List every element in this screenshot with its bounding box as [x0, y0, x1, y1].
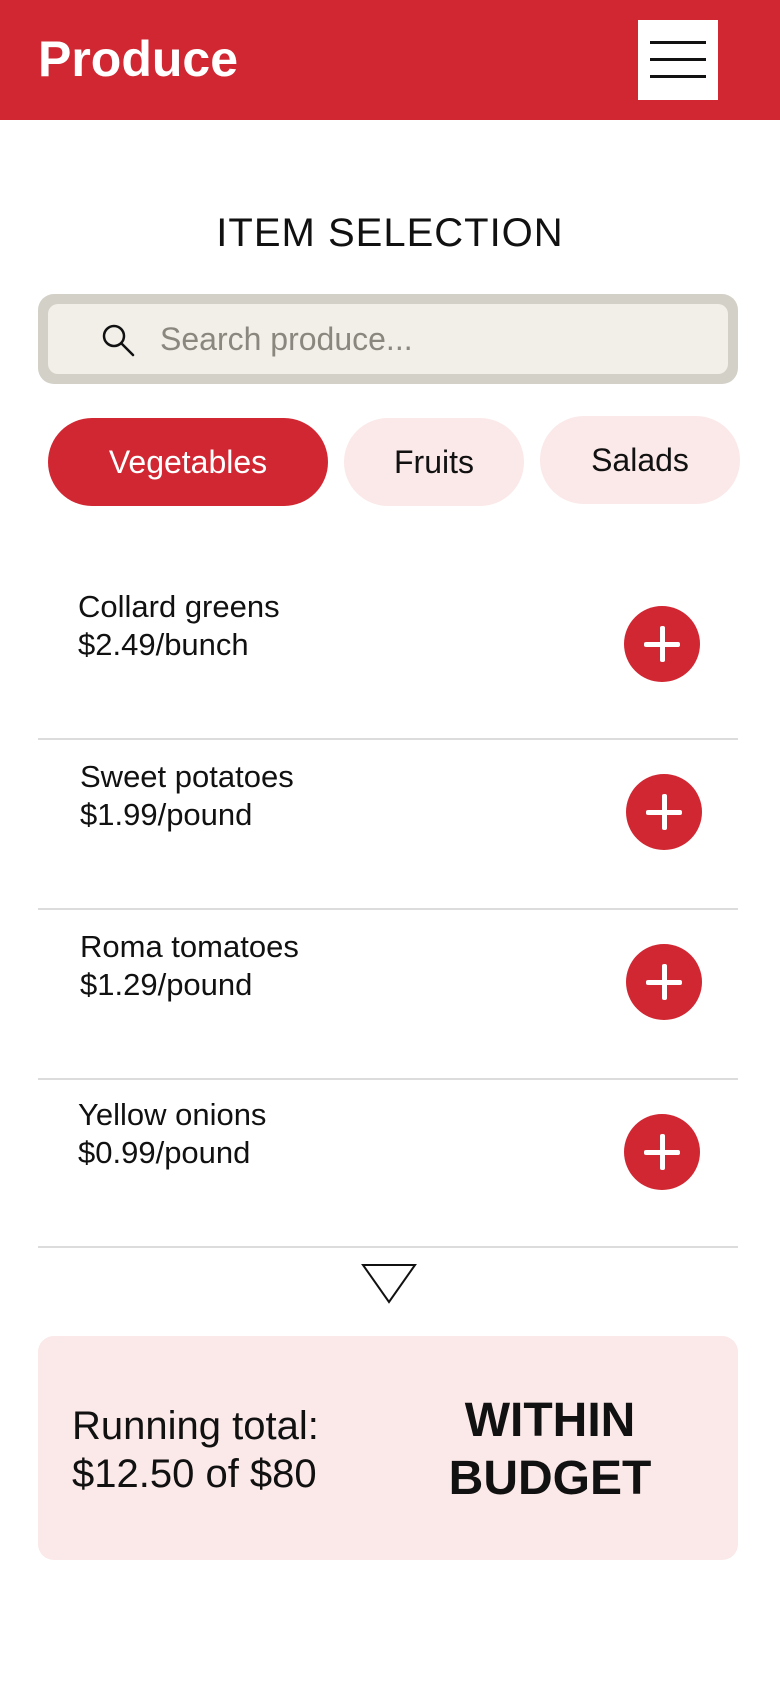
menu-button[interactable]	[638, 20, 718, 100]
item-price: $0.99/pound	[78, 1135, 251, 1170]
item-name: Yellow onions	[78, 1097, 267, 1132]
chevron-down-outline-icon[interactable]	[360, 1262, 418, 1306]
tab-label: Fruits	[394, 443, 474, 480]
tab-salads[interactable]: Salads	[540, 416, 740, 504]
search-icon	[102, 324, 135, 357]
list-item: Sweet potatoes $1.99/pound	[38, 740, 738, 910]
add-item-button[interactable]	[626, 944, 702, 1020]
budget-summary: Running total: $12.50 of $80 WITHIN BUDG…	[38, 1336, 738, 1560]
budget-status: BUDGET	[448, 1452, 652, 1505]
app-header: Produce	[0, 0, 780, 120]
item-price: $1.29/pound	[80, 967, 253, 1002]
tab-label: Vegetables	[108, 443, 268, 480]
add-item-button[interactable]	[624, 606, 700, 682]
item-name: Sweet potatoes	[80, 759, 294, 794]
app-title: Produce	[38, 31, 239, 87]
list-item: Yellow onions $0.99/pound	[38, 1078, 738, 1248]
list-item: Roma tomatoes $1.29/pound	[38, 910, 738, 1080]
add-item-button[interactable]	[626, 774, 702, 850]
item-name: Collard greens	[78, 589, 280, 624]
tab-label: Salads	[591, 441, 689, 478]
running-total-label: Running total:	[72, 1404, 319, 1448]
search-field-container[interactable]	[48, 304, 728, 374]
search-input[interactable]	[160, 304, 710, 374]
tab-vegetables[interactable]: Vegetables	[48, 418, 328, 506]
item-price: $1.99/pound	[80, 797, 253, 832]
item-price: $2.49/bunch	[78, 627, 249, 662]
list-item: Collard greens $2.49/bunch	[38, 570, 738, 740]
budget-status: WITHIN	[464, 1394, 636, 1447]
search-bar	[38, 294, 738, 384]
tab-fruits[interactable]: Fruits	[344, 418, 524, 506]
item-name: Roma tomatoes	[80, 929, 299, 964]
running-total-value: $12.50 of $80	[72, 1452, 317, 1496]
add-item-button[interactable]	[624, 1114, 700, 1190]
section-title: ITEM SELECTION	[216, 211, 564, 255]
